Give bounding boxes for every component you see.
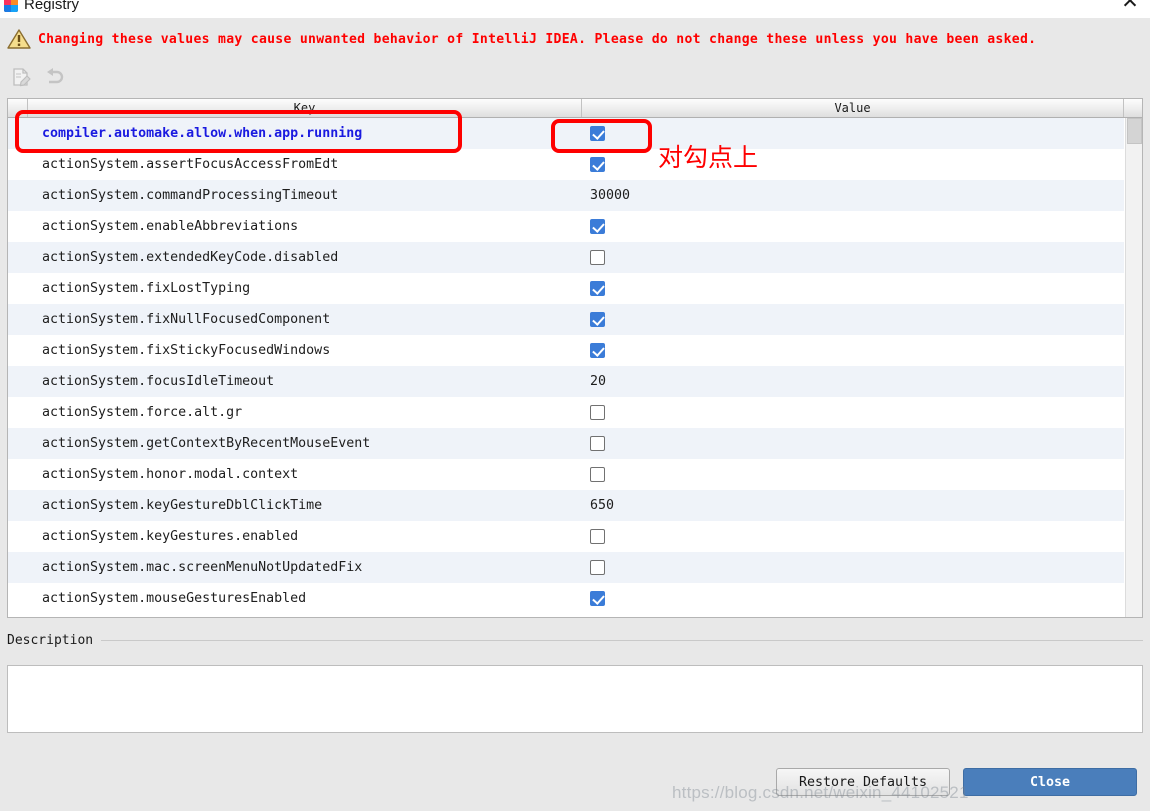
table-header-row: Key Value xyxy=(8,99,1142,118)
registry-value-cell[interactable]: 20 xyxy=(582,374,1124,389)
column-header-value[interactable]: Value xyxy=(582,99,1124,117)
registry-value-cell[interactable] xyxy=(582,219,1124,234)
table-row[interactable]: actionSystem.getContextByRecentMouseEven… xyxy=(8,428,1124,459)
table-row[interactable]: actionSystem.mac.screenMenuNotUpdatedFix xyxy=(8,552,1124,583)
table-vertical-scrollbar[interactable] xyxy=(1125,118,1142,617)
table-row[interactable]: compiler.automake.allow.when.app.running xyxy=(8,118,1124,149)
intellij-idea-icon xyxy=(4,0,18,12)
table-row[interactable]: actionSystem.keyGestureDblClickTime 650 xyxy=(8,490,1124,521)
close-button[interactable]: Close xyxy=(963,768,1137,796)
registry-key-cell[interactable]: actionSystem.focusIdleTimeout xyxy=(8,374,582,389)
registry-table: Key Value compiler.automake.allow.when.a… xyxy=(7,98,1143,618)
registry-value-cell[interactable] xyxy=(582,560,1124,575)
registry-value-cell[interactable] xyxy=(582,467,1124,482)
table-row[interactable]: actionSystem.commandProcessingTimeout 300… xyxy=(8,180,1124,211)
table-row[interactable]: actionSystem.fixLostTyping xyxy=(8,273,1124,304)
checkbox-unchecked[interactable] xyxy=(590,529,605,544)
checkbox-checked[interactable] xyxy=(590,126,605,141)
registry-key-cell[interactable]: actionSystem.honor.modal.context xyxy=(8,467,582,482)
table-row[interactable]: actionSystem.enableAbbreviations xyxy=(8,211,1124,242)
registry-key-cell[interactable]: actionSystem.fixLostTyping xyxy=(8,281,582,296)
table-row[interactable]: actionSystem.honor.modal.context xyxy=(8,459,1124,490)
registry-key-cell[interactable]: actionSystem.mac.screenMenuNotUpdatedFix xyxy=(8,560,582,575)
registry-key-cell[interactable]: actionSystem.force.alt.gr xyxy=(8,405,582,420)
window-title: Registry xyxy=(24,0,80,13)
checkbox-checked[interactable] xyxy=(590,281,605,296)
checkbox-checked[interactable] xyxy=(590,591,605,606)
warning-message: Changing these values may cause unwanted… xyxy=(38,31,1037,47)
revert-to-default-icon[interactable] xyxy=(44,66,66,88)
registry-key-cell[interactable]: actionSystem.enableAbbreviations xyxy=(8,219,582,234)
checkbox-checked[interactable] xyxy=(590,312,605,327)
registry-key-cell[interactable]: actionSystem.commandProcessingTimeout xyxy=(8,188,582,203)
scrollbar-thumb[interactable] xyxy=(1127,118,1142,144)
registry-key-cell[interactable]: actionSystem.mouseGesturesEnabled xyxy=(8,591,582,606)
checkbox-unchecked[interactable] xyxy=(590,250,605,265)
registry-value-cell[interactable] xyxy=(582,591,1124,606)
description-text-area[interactable] xyxy=(7,665,1143,733)
registry-value-cell[interactable] xyxy=(582,343,1124,358)
title-bar-left: Registry xyxy=(4,0,79,14)
warning-banner: Changing these values may cause unwanted… xyxy=(0,18,1150,60)
checkbox-checked[interactable] xyxy=(590,219,605,234)
registry-value-cell[interactable] xyxy=(582,312,1124,327)
checkbox-unchecked[interactable] xyxy=(590,467,605,482)
annotation-chinese-note: 对勾点上 xyxy=(658,144,759,172)
registry-key-cell[interactable]: actionSystem.fixNullFocusedComponent xyxy=(8,312,582,327)
registry-value-cell[interactable] xyxy=(582,405,1124,420)
table-row[interactable]: actionSystem.fixNullFocusedComponent xyxy=(8,304,1124,335)
table-row[interactable]: actionSystem.force.alt.gr xyxy=(8,397,1124,428)
table-header-corner xyxy=(1124,99,1142,117)
checkbox-checked[interactable] xyxy=(590,343,605,358)
table-row[interactable]: actionSystem.assertFocusAccessFromEdt xyxy=(8,149,1124,180)
description-divider xyxy=(101,639,1143,641)
table-row[interactable]: actionSystem.extendedKeyCode.disabled xyxy=(8,242,1124,273)
registry-key-cell[interactable]: actionSystem.assertFocusAccessFromEdt xyxy=(8,157,582,172)
checkbox-unchecked[interactable] xyxy=(590,436,605,451)
title-bar: Registry ✕ xyxy=(0,0,1150,18)
column-header-key[interactable]: Key xyxy=(28,99,582,117)
value-text: 20 xyxy=(590,374,607,389)
value-text: 30000 xyxy=(590,188,631,203)
registry-dialog: Registry ✕ Changing these values may cau… xyxy=(0,0,1150,811)
description-label: Description xyxy=(7,632,94,648)
description-section-header: Description xyxy=(7,630,1143,650)
table-row[interactable]: actionSystem.mouseGesturesEnabled xyxy=(8,583,1124,614)
checkbox-checked[interactable] xyxy=(590,157,605,172)
table-body: compiler.automake.allow.when.app.running… xyxy=(8,118,1142,617)
registry-key-cell[interactable]: actionSystem.keyGestureDblClickTime xyxy=(8,498,582,513)
close-window-icon[interactable]: ✕ xyxy=(1118,0,1142,14)
registry-value-cell[interactable] xyxy=(582,281,1124,296)
registry-toolbar xyxy=(0,60,1150,94)
registry-key-cell[interactable]: actionSystem.keyGestures.enabled xyxy=(8,529,582,544)
registry-value-cell[interactable] xyxy=(582,250,1124,265)
registry-value-cell[interactable]: 650 xyxy=(582,498,1124,513)
table-row[interactable]: actionSystem.keyGestures.enabled xyxy=(8,521,1124,552)
warning-triangle-icon xyxy=(7,29,31,49)
registry-value-cell[interactable] xyxy=(582,436,1124,451)
dialog-footer: Restore Defaults Close xyxy=(0,765,1150,811)
table-row[interactable]: actionSystem.fixStickyFocusedWindows xyxy=(8,335,1124,366)
registry-key-cell[interactable]: actionSystem.fixStickyFocusedWindows xyxy=(8,343,582,358)
table-row[interactable]: actionSystem.focusIdleTimeout 20 xyxy=(8,366,1124,397)
table-header-gutter xyxy=(8,99,28,117)
registry-value-cell[interactable]: 30000 xyxy=(582,188,1124,203)
value-text: 650 xyxy=(590,498,615,513)
edit-value-icon[interactable] xyxy=(10,66,32,88)
watermark-text: https://blog.csdn.net/weixin_44102521 xyxy=(672,783,969,802)
checkbox-unchecked[interactable] xyxy=(590,560,605,575)
registry-key-cell[interactable]: compiler.automake.allow.when.app.running xyxy=(8,126,582,141)
registry-value-cell[interactable] xyxy=(582,529,1124,544)
registry-key-cell[interactable]: actionSystem.extendedKeyCode.disabled xyxy=(8,250,582,265)
registry-key-cell[interactable]: actionSystem.getContextByRecentMouseEven… xyxy=(8,436,582,451)
checkbox-unchecked[interactable] xyxy=(590,405,605,420)
